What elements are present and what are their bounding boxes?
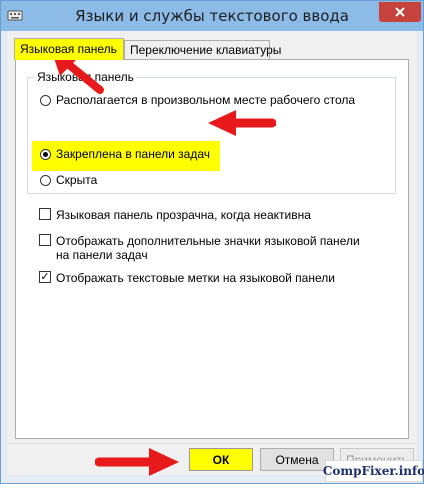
- tab-language-bar[interactable]: Языковая панель: [14, 38, 124, 60]
- checkbox-text-labels[interactable]: ✓ Отображать текстовые метки на языковой…: [39, 271, 335, 285]
- arrow-icon: [95, 448, 179, 476]
- radio-button[interactable]: [40, 174, 51, 186]
- checkbox[interactable]: ✓: [39, 271, 51, 283]
- title-bar[interactable]: Языки и службы текстового ввода: [1, 1, 423, 31]
- radio-label: Скрыта: [56, 173, 98, 187]
- radio-button[interactable]: [40, 148, 51, 160]
- radio-label: Закреплена в панели задач: [56, 147, 210, 161]
- dialog-client-area: Языковая панель Переключение клавиатуры …: [8, 31, 416, 475]
- arrow-icon: [208, 110, 276, 136]
- checkbox-transparent-inactive[interactable]: Языковая панель прозрачна, когда неактив…: [39, 208, 311, 222]
- tab-keyboard-switching[interactable]: Переключение клавиатуры: [124, 40, 281, 59]
- checkbox[interactable]: [39, 234, 51, 246]
- window-title: Языки и службы текстового ввода: [75, 7, 349, 25]
- radio-button[interactable]: [40, 94, 51, 106]
- checkbox[interactable]: [39, 208, 51, 220]
- radio-hidden[interactable]: Скрыта: [40, 173, 97, 187]
- checkbox-label: Языковая панель прозрачна, когда неактив…: [56, 208, 311, 222]
- checkbox-extra-icons[interactable]: Отображать дополнительные значки языково…: [39, 234, 369, 262]
- radio-docked-taskbar[interactable]: Закреплена в панели задач: [40, 147, 210, 161]
- watermark: CompFixer.info: [323, 460, 424, 482]
- close-button[interactable]: [379, 2, 421, 22]
- close-icon: [395, 7, 405, 17]
- footer-separator: [8, 443, 416, 444]
- ok-button[interactable]: ОК: [189, 448, 253, 471]
- checkbox-label: Отображать дополнительные значки языково…: [56, 234, 360, 262]
- checkbox-label: Отображать текстовые метки на языковой п…: [56, 271, 335, 285]
